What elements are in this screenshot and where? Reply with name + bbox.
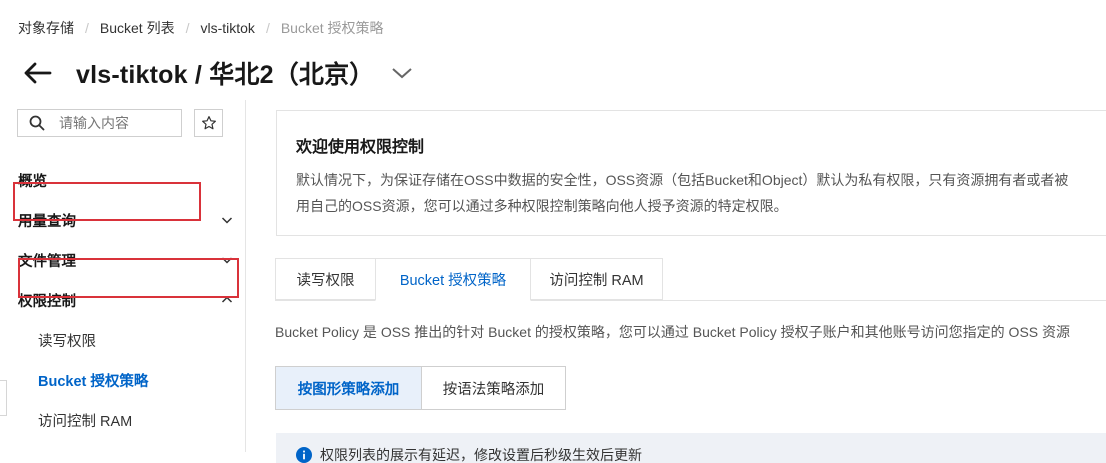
star-icon — [201, 116, 216, 130]
sidebar-subitem-bucket-policy[interactable]: Bucket 授权策略 — [0, 360, 245, 400]
crumb-current: Bucket 授权策略 — [280, 20, 384, 36]
back-arrow-icon[interactable] — [22, 57, 54, 89]
crumb-separator: / — [265, 20, 270, 36]
sidebar-subitem-label: Bucket 授权策略 — [38, 373, 149, 390]
crumb-oss[interactable]: 对象存储 — [18, 18, 74, 38]
sidebar-subitem-ram[interactable]: 访问控制 RAM — [0, 400, 245, 440]
welcome-card: 欢迎使用权限控制 默认情况下，为保证存储在OSS中数据的安全性，OSS资源（包括… — [276, 110, 1106, 236]
graphic-policy-add-button[interactable]: 按图形策略添加 — [275, 366, 422, 410]
notice-text: 权限列表的展示有延迟，修改设置后秒级生效后更新 — [320, 447, 642, 463]
search-icon — [29, 115, 45, 131]
info-icon — [296, 447, 312, 463]
crumb-separator: / — [185, 20, 190, 36]
notice-bar: 权限列表的展示有延迟，修改设置后秒级生效后更新 — [276, 433, 1106, 463]
favorite-button[interactable] — [194, 109, 223, 137]
crumb-separator: / — [85, 20, 89, 36]
sidebar-subitem-read-write-permission[interactable]: 读写权限 — [0, 320, 245, 360]
crumb-bucket-list[interactable]: Bucket 列表 — [100, 18, 175, 38]
highlight-box — [13, 182, 201, 221]
highlight-box — [18, 258, 239, 298]
tab-bucket-policy[interactable]: Bucket 授权策略 — [375, 258, 531, 301]
crumb-bucket[interactable]: vls-tiktok — [200, 20, 254, 36]
sidebar-search[interactable] — [17, 109, 182, 137]
sidebar-subitem-label: 访问控制 RAM — [38, 413, 133, 430]
search-input[interactable] — [57, 114, 171, 132]
syntax-policy-add-button[interactable]: 按语法策略添加 — [421, 366, 566, 410]
chevron-down-icon — [221, 214, 233, 226]
policy-description: Bucket Policy 是 OSS 推出的针对 Bucket 的授权策略，您… — [275, 324, 1071, 340]
welcome-line-1: 默认情况下，为保证存储在OSS中数据的安全性，OSS资源（包括Bucket和Ob… — [296, 172, 1069, 188]
tab-bar: 读写权限 访问控制 RAM Bucket 授权策略 — [275, 258, 1106, 301]
welcome-description: 默认情况下，为保证存储在OSS中数据的安全性，OSS资源（包括Bucket和Ob… — [296, 167, 1106, 219]
chevron-down-icon[interactable] — [391, 66, 413, 80]
policy-mode-toggle: 按图形策略添加 按语法策略添加 — [275, 366, 566, 410]
tab-read-write-permission[interactable]: 读写权限 — [275, 258, 376, 300]
welcome-title: 欢迎使用权限控制 — [296, 139, 425, 156]
tab-ram[interactable]: 访问控制 RAM — [530, 258, 663, 300]
welcome-line-2: 用自己的OSS资源，您可以通过多种权限控制策略向他人授予资源的特定权限。 — [296, 198, 788, 214]
sidebar-collapse-handle[interactable] — [0, 380, 7, 416]
page-header: vls-tiktok / 华北2（北京） — [22, 52, 413, 94]
sidebar-subitem-label: 读写权限 — [38, 333, 96, 350]
page-title: vls-tiktok / 华北2（北京） — [76, 61, 375, 89]
breadcrumb: 对象存储 / Bucket 列表 / vls-tiktok / Bucket 授… — [18, 14, 384, 42]
